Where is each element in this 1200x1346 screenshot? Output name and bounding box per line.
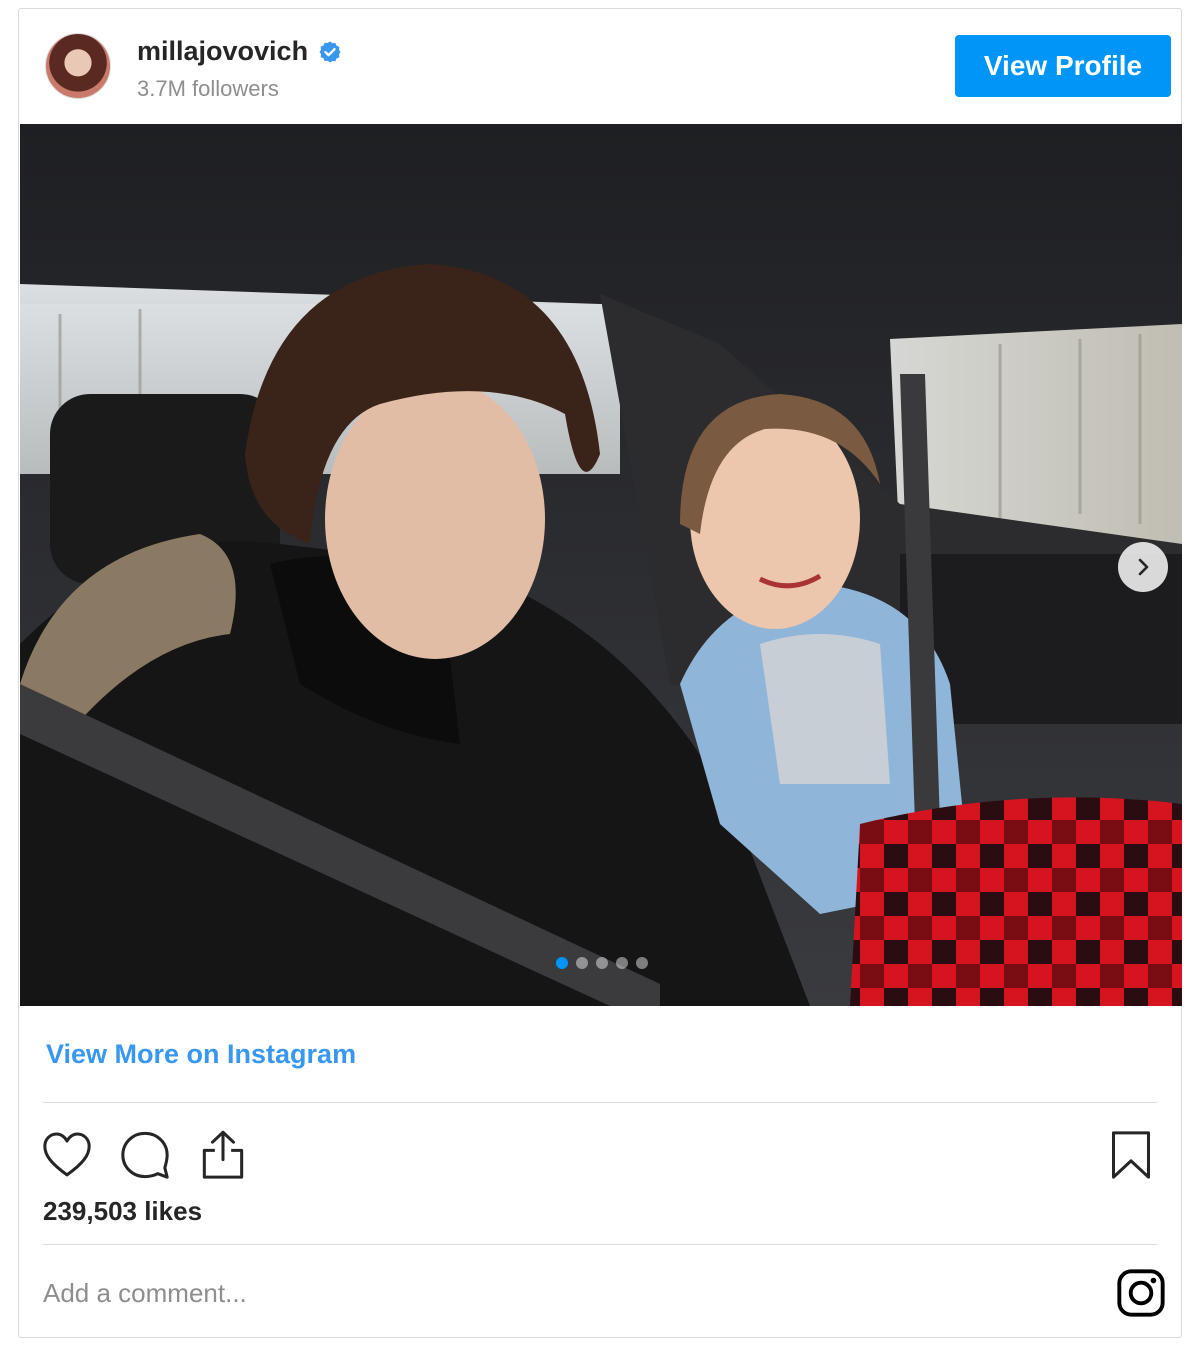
instagram-icon[interactable]: [1115, 1267, 1167, 1319]
post-photo[interactable]: [20, 124, 1182, 1006]
comment-input[interactable]: [43, 1271, 943, 1315]
carousel-dots: [556, 957, 648, 969]
avatar[interactable]: [45, 33, 111, 99]
view-more-link[interactable]: View More on Instagram: [46, 1039, 356, 1070]
instagram-embed-card: millajovovich 3.7M followers View Profil…: [18, 8, 1182, 1338]
share-icon[interactable]: [195, 1127, 251, 1183]
carousel-dot: [576, 957, 588, 969]
carousel-dot: [616, 957, 628, 969]
view-profile-button[interactable]: View Profile: [955, 35, 1171, 97]
carousel-dot: [636, 957, 648, 969]
photo-illustration: [20, 124, 1182, 1006]
follower-count: 3.7M followers: [137, 76, 279, 101]
carousel-dot: [556, 957, 568, 969]
username[interactable]: millajovovich: [137, 36, 308, 67]
post-header: millajovovich 3.7M followers View Profil…: [19, 9, 1181, 124]
like-count: 239,503 likes: [43, 1196, 203, 1226]
username-row: millajovovich: [137, 36, 342, 67]
bookmark-icon[interactable]: [1103, 1127, 1159, 1183]
chevron-right-icon: [1138, 558, 1149, 576]
comment-icon[interactable]: [117, 1127, 173, 1183]
divider: [43, 1102, 1157, 1103]
divider: [43, 1244, 1157, 1245]
verified-badge-icon: [319, 41, 341, 62]
carousel-next-button[interactable]: [1118, 542, 1168, 592]
heart-icon[interactable]: [39, 1127, 95, 1183]
action-bar: [19, 1117, 1181, 1187]
carousel-dot: [596, 957, 608, 969]
